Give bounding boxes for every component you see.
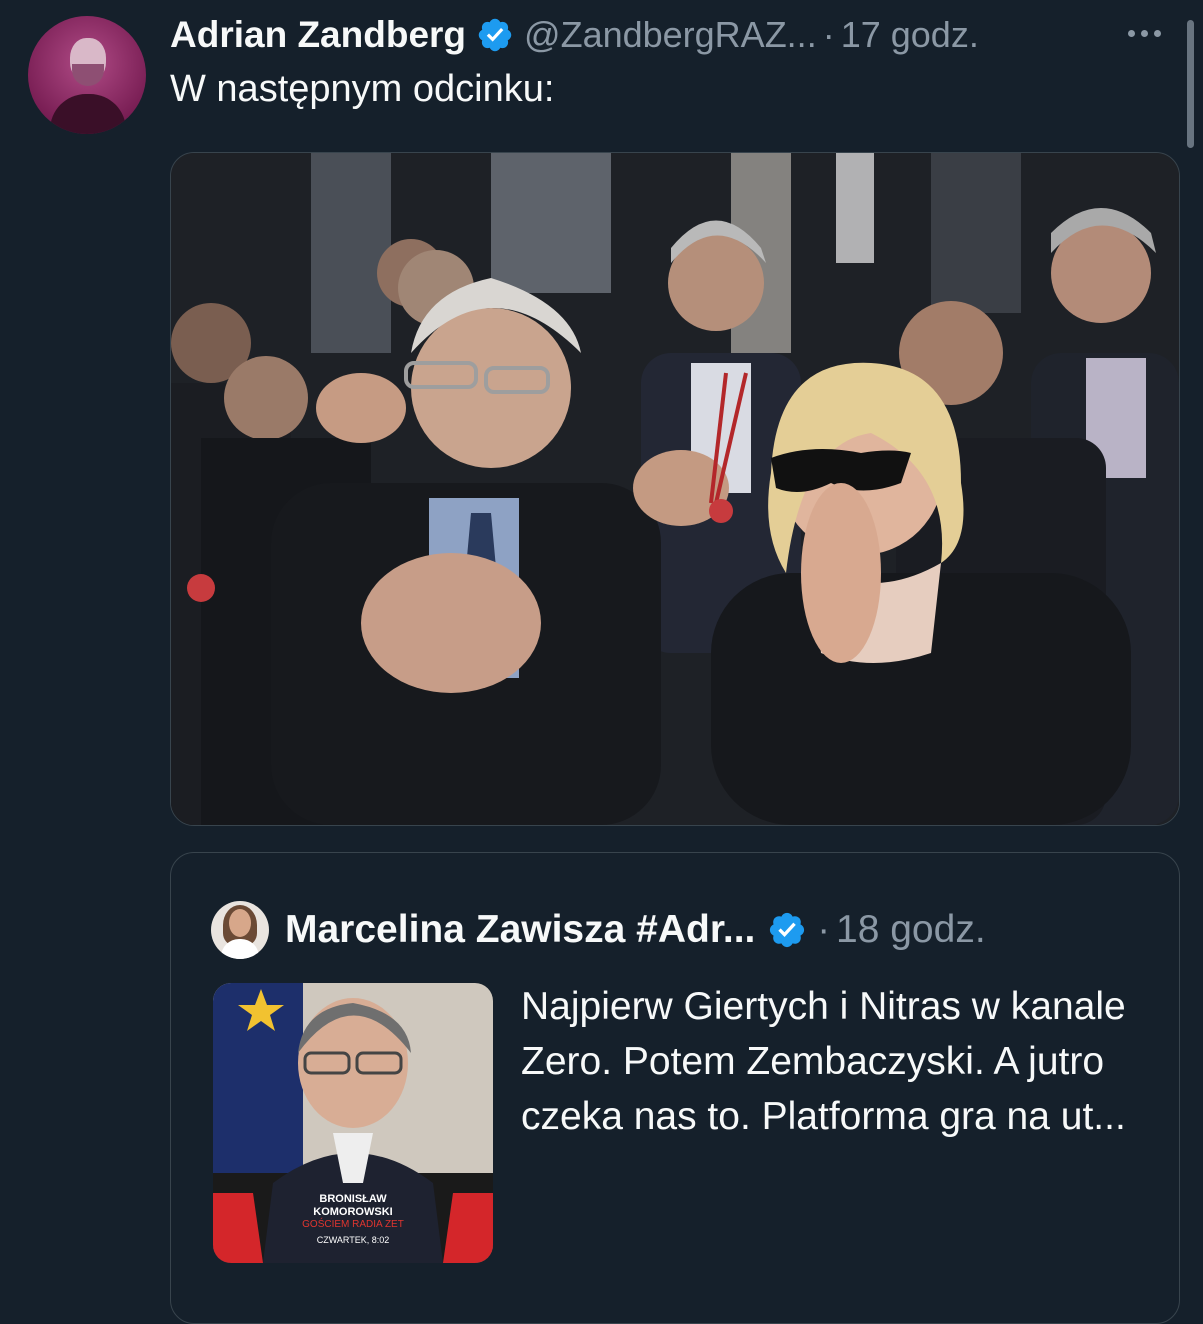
more-dot [1141, 30, 1148, 37]
quoted-author-name[interactable]: Marcelina Zawisza #Adr... [285, 908, 755, 952]
author-name[interactable]: Adrian Zandberg [170, 14, 466, 56]
more-dot [1128, 30, 1135, 37]
thumbnail-line1: BRONISŁAW [319, 1193, 387, 1205]
separator-dot: · [822, 14, 835, 55]
author-avatar[interactable] [28, 16, 146, 134]
more-horizontal-icon[interactable] [1128, 30, 1161, 37]
quoted-tweet-thumbnail[interactable]: BRONISŁAW KOMOROWSKI GOŚCIEM RADIA ZET C… [213, 983, 493, 1263]
separator-dot: · [817, 908, 831, 951]
tweet-photo[interactable] [170, 152, 1180, 826]
scrollbar[interactable] [1187, 20, 1194, 148]
author-handle[interactable]: @ZandbergRAZ... [524, 14, 817, 56]
avatar-torso [50, 94, 126, 134]
avatar-face [229, 909, 251, 937]
quoted-tweet-text: Najpierw Giertych i Nitras w kanale Zero… [521, 985, 1126, 1138]
avatar-beard [72, 64, 104, 86]
quoted-tweet-card[interactable]: Marcelina Zawisza #Adr... · 18 godz. BRO… [170, 852, 1180, 1324]
tweet-time[interactable]: 17 godz. [841, 14, 979, 56]
tweet-header: Adrian Zandberg @ZandbergRAZ... · 17 god… [170, 12, 1170, 58]
more-dot [1154, 30, 1161, 37]
thumbnail-caption-name: BRONISŁAW KOMOROWSKI [213, 1193, 493, 1219]
crowd-photo [171, 153, 1179, 825]
quoted-author-avatar[interactable] [211, 901, 269, 959]
thumbnail-line4: CZWARTEK, 8:02 [316, 1235, 390, 1245]
thumbnail-line2: KOMOROWSKI [313, 1206, 393, 1218]
quoted-tweet-time[interactable]: 18 godz. [836, 908, 986, 952]
quoted-tweet-header: Marcelina Zawisza #Adr... · 18 godz. [211, 901, 986, 959]
verified-badge-icon [770, 912, 805, 948]
thumbnail-line3: GOŚCIEM RADIA ZET [302, 1219, 404, 1230]
tweet-text: W następnym odcinku: [170, 68, 555, 110]
verified-badge-icon [478, 18, 512, 52]
